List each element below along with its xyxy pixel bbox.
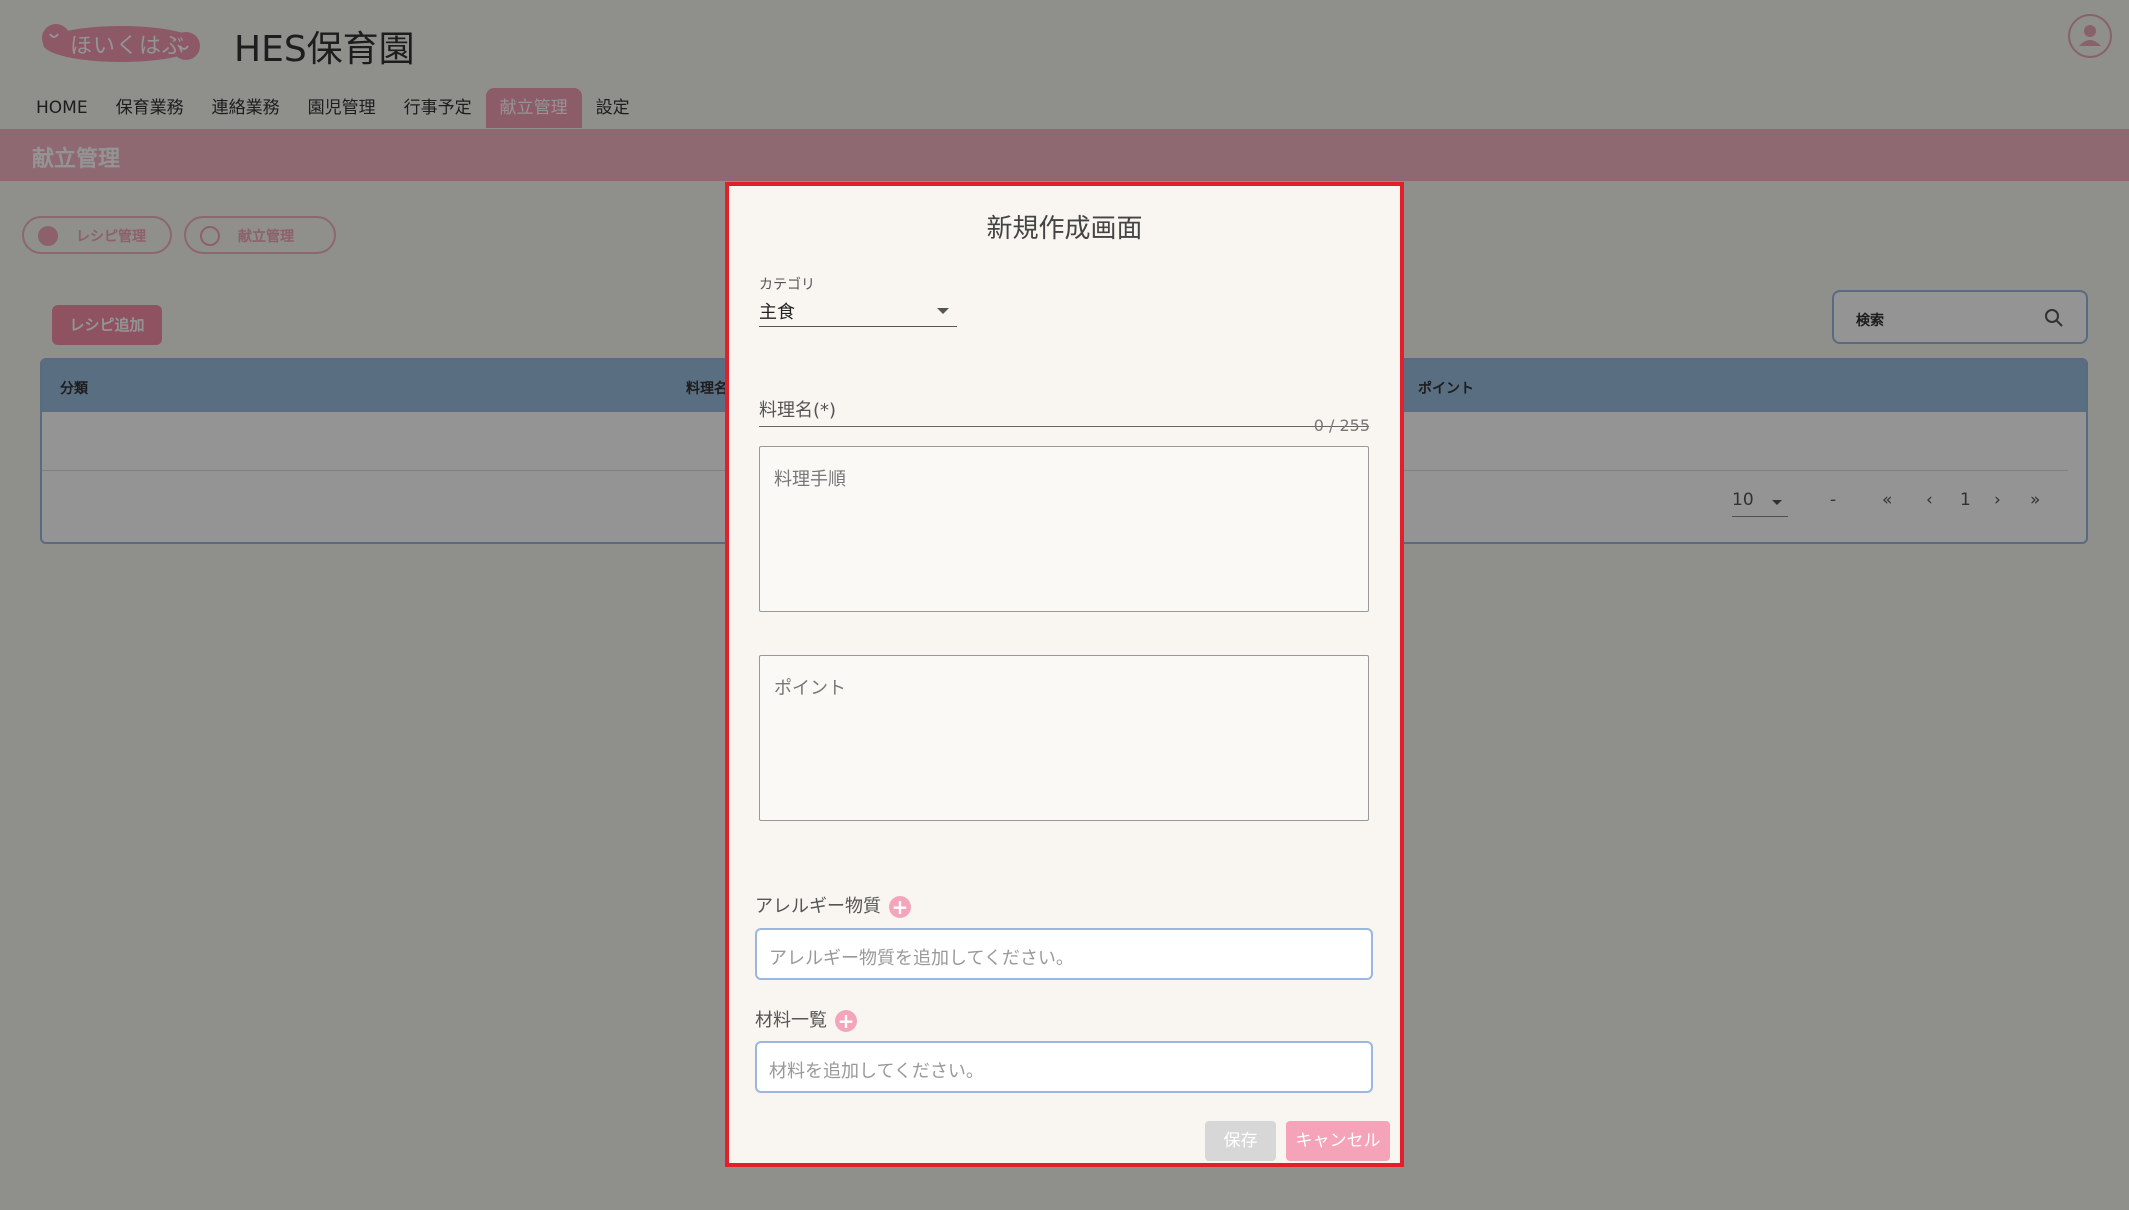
cancel-button[interactable]: キャンセル — [1286, 1121, 1390, 1161]
ingredients-label: 材料一覧 — [755, 1010, 827, 1031]
chevron-down-icon — [937, 308, 949, 314]
ingredients-input[interactable]: 材料を追加してください。 — [755, 1041, 1373, 1093]
point-textarea[interactable]: ポイント — [759, 655, 1369, 821]
dish-name-field[interactable]: 料理名(*) — [759, 382, 1369, 427]
allergen-label: アレルギー物質 — [755, 896, 881, 917]
ingredients-placeholder: 材料を追加してください。 — [769, 1061, 984, 1082]
ingredients-section-label: 材料一覧 + — [755, 1006, 857, 1032]
allergen-placeholder: アレルギー物質を追加してください。 — [769, 948, 1074, 969]
category-select[interactable]: 主食 — [759, 292, 957, 327]
save-button[interactable]: 保存 — [1205, 1121, 1276, 1161]
allergen-section-label: アレルギー物質 + — [755, 892, 911, 918]
add-ingredient-icon[interactable]: + — [835, 1010, 857, 1032]
create-recipe-dialog: 新規作成画面 カテゴリ 主食 料理名(*) 0 / 255 料理手順 ポイント … — [725, 182, 1404, 1167]
category-label: カテゴリ — [759, 277, 815, 293]
allergen-input[interactable]: アレルギー物質を追加してください。 — [755, 928, 1373, 980]
add-allergen-icon[interactable]: + — [889, 896, 911, 918]
dialog-title: 新規作成画面 — [986, 214, 1143, 244]
dish-name-label: 料理名(*) — [759, 400, 837, 421]
dish-name-counter: 0 / 255 — [1313, 416, 1370, 435]
procedure-placeholder: 料理手順 — [774, 469, 846, 490]
point-placeholder: ポイント — [774, 678, 846, 699]
procedure-textarea[interactable]: 料理手順 — [759, 446, 1369, 612]
category-value: 主食 — [759, 302, 795, 323]
